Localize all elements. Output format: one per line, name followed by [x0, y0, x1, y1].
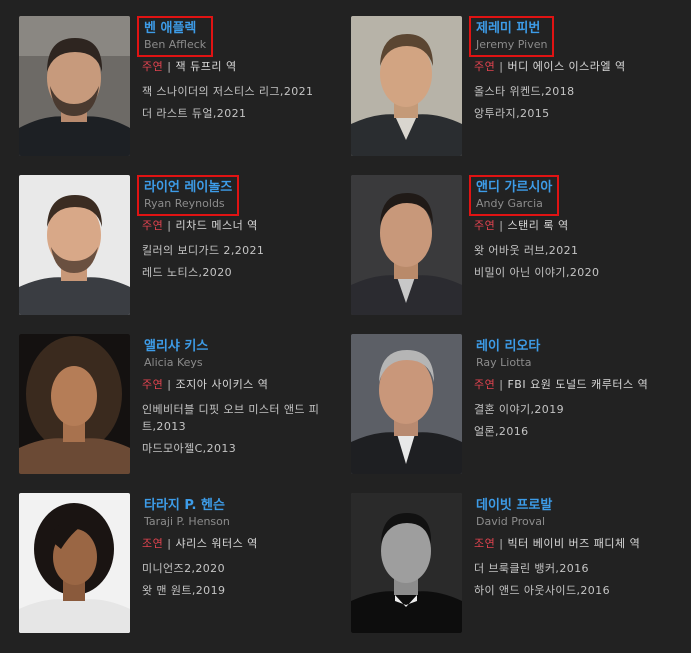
separator: | [499, 60, 504, 73]
work-link[interactable]: 결혼 이야기,2019 [474, 401, 680, 418]
character-name: FBI 요원 도널드 캐루터스 역 [507, 378, 649, 391]
character-name: 조지아 사이키스 역 [175, 378, 269, 391]
separator: | [499, 378, 504, 391]
role-line: 조연 | 샤리스 워터스 역 [142, 535, 348, 552]
role-type: 주연 [474, 378, 496, 391]
cast-card: 타라지 P. 헨슨 Taraji P. Henson 조연 | 샤리스 워터스 역 … [19, 493, 351, 633]
name-block: 레이 리오타 Ray Liotta [469, 334, 547, 375]
actor-name-link[interactable]: 데이빗 프로발 [476, 496, 552, 515]
separator: | [499, 537, 504, 550]
role-type: 주연 [474, 60, 496, 73]
separator: | [499, 219, 504, 232]
actor-english-name: Alicia Keys [144, 356, 203, 369]
filmography: 올스타 위켄드,2018 앙투라지,2015 [474, 83, 680, 122]
highlight-box: 앤디 가르시아 Andy Garcia [469, 175, 560, 216]
actor-photo[interactable] [19, 334, 130, 474]
actor-photo[interactable] [351, 175, 462, 315]
filmography: 잭 스나이더의 저스티스 리그,2021 더 라스트 듀얼,2021 [142, 83, 348, 122]
actor-name-link[interactable]: 타라지 P. 헨슨 [144, 496, 230, 515]
work-link[interactable]: 잭 스나이더의 저스티스 리그,2021 [142, 83, 348, 100]
role-line: 조연 | 빅터 베이비 버즈 패디체 역 [474, 535, 680, 552]
work-link[interactable]: 더 브룩클린 뱅커,2016 [474, 560, 680, 577]
actor-english-name: Ben Affleck [144, 38, 207, 51]
role-line: 주연 | FBI 요원 도널드 캐루터스 역 [474, 376, 680, 393]
actor-photo[interactable] [19, 16, 130, 156]
actor-english-name: Taraji P. Henson [144, 515, 230, 528]
cast-card: 앤디 가르시아 Andy Garcia 주연 | 스탠리 록 역 왓 어바웃 러브,… [351, 175, 683, 315]
role-line: 주연 | 버디 에이스 이스라엘 역 [474, 58, 680, 75]
work-link[interactable]: 인베비터블 디핏 오브 미스터 앤드 피트,2013 [142, 401, 348, 435]
actor-name-link[interactable]: 앤디 가르시아 [476, 178, 552, 197]
work-link[interactable]: 킬러의 보디가드 2,2021 [142, 242, 348, 259]
filmography: 왓 어바웃 러브,2021 비밀이 아닌 이야기,2020 [474, 242, 680, 281]
cast-card: 제레미 피번 Jeremy Piven 주연 | 버디 에이스 이스라엘 역 올스타… [351, 16, 683, 156]
work-link[interactable]: 왓 어바웃 러브,2021 [474, 242, 680, 259]
actor-photo[interactable] [351, 16, 462, 156]
role-type: 주연 [142, 219, 164, 232]
actor-photo[interactable] [351, 493, 462, 633]
cast-card: 레이 리오타 Ray Liotta 주연 | FBI 요원 도널드 캐루터스 역 결… [351, 334, 683, 474]
separator: | [167, 60, 172, 73]
actor-photo[interactable] [351, 334, 462, 474]
role-line: 주연 | 스탠리 록 역 [474, 217, 680, 234]
actor-photo[interactable] [19, 175, 130, 315]
actor-name-link[interactable]: 제레미 피번 [476, 19, 547, 38]
name-block: 데이빗 프로발 David Proval [469, 493, 559, 534]
filmography: 더 브룩클린 뱅커,2016 하이 앤드 아웃사이드,2016 [474, 560, 680, 599]
actor-english-name: Andy Garcia [476, 197, 543, 210]
cast-card: 앨리샤 키스 Alicia Keys 주연 | 조지아 사이키스 역 인베비터블 디… [19, 334, 351, 474]
cast-card: 벤 애플렉 Ben Affleck 주연 | 잭 듀프리 역 잭 스나이더의 저스티… [19, 16, 351, 156]
name-block: 앨리샤 키스 Alicia Keys [137, 334, 215, 375]
actor-english-name: Ray Liotta [476, 356, 532, 369]
role-type: 조연 [474, 537, 496, 550]
character-name: 샤리스 워터스 역 [175, 537, 258, 550]
separator: | [167, 219, 172, 232]
character-name: 스탠리 록 역 [507, 219, 569, 232]
separator: | [167, 537, 172, 550]
actor-name-link[interactable]: 벤 애플렉 [144, 19, 206, 38]
actor-name-link[interactable]: 앨리샤 키스 [144, 337, 208, 356]
name-block: 타라지 P. 헨슨 Taraji P. Henson [137, 493, 237, 534]
separator: | [167, 378, 172, 391]
work-link[interactable]: 더 라스트 듀얼,2021 [142, 105, 348, 122]
actor-english-name: Ryan Reynolds [144, 197, 225, 210]
role-line: 주연 | 잭 듀프리 역 [142, 58, 348, 75]
highlight-box: 벤 애플렉 Ben Affleck [137, 16, 214, 57]
character-name: 빅터 베이비 버즈 패디체 역 [507, 537, 641, 550]
work-link[interactable]: 레드 노티스,2020 [142, 264, 348, 281]
role-type: 주연 [142, 60, 164, 73]
work-link[interactable]: 비밀이 아닌 이야기,2020 [474, 264, 680, 281]
work-link[interactable]: 왓 맨 원트,2019 [142, 582, 348, 599]
filmography: 결혼 이야기,2019 얼론,2016 [474, 401, 680, 440]
actor-photo[interactable] [19, 493, 130, 633]
character-name: 버디 에이스 이스라엘 역 [507, 60, 626, 73]
highlight-box: 제레미 피번 Jeremy Piven [469, 16, 555, 57]
filmography: 미니언즈2,2020 왓 맨 원트,2019 [142, 560, 348, 599]
work-link[interactable]: 미니언즈2,2020 [142, 560, 348, 577]
cast-card: 라이언 레이놀즈 Ryan Reynolds 주연 | 리차드 메스너 역 킬러의 … [19, 175, 351, 315]
role-type: 주연 [142, 378, 164, 391]
actor-english-name: David Proval [476, 515, 546, 528]
role-line: 주연 | 조지아 사이키스 역 [142, 376, 348, 393]
role-line: 주연 | 리차드 메스너 역 [142, 217, 348, 234]
role-type: 조연 [142, 537, 164, 550]
work-link[interactable]: 앙투라지,2015 [474, 105, 680, 122]
character-name: 잭 듀프리 역 [175, 60, 237, 73]
work-link[interactable]: 마드모아젤C,2013 [142, 440, 348, 457]
actor-name-link[interactable]: 라이언 레이놀즈 [144, 178, 232, 197]
work-link[interactable]: 얼론,2016 [474, 423, 680, 440]
work-link[interactable]: 하이 앤드 아웃사이드,2016 [474, 582, 680, 599]
role-type: 주연 [474, 219, 496, 232]
cast-card: 데이빗 프로발 David Proval 조연 | 빅터 베이비 버즈 패디체 역 … [351, 493, 683, 633]
actor-english-name: Jeremy Piven [476, 38, 548, 51]
highlight-box: 라이언 레이놀즈 Ryan Reynolds [137, 175, 240, 216]
filmography: 킬러의 보디가드 2,2021 레드 노티스,2020 [142, 242, 348, 281]
character-name: 리차드 메스너 역 [175, 219, 258, 232]
work-link[interactable]: 올스타 위켄드,2018 [474, 83, 680, 100]
filmography: 인베비터블 디핏 오브 미스터 앤드 피트,2013 마드모아젤C,2013 [142, 401, 348, 457]
actor-name-link[interactable]: 레이 리오타 [476, 337, 540, 356]
